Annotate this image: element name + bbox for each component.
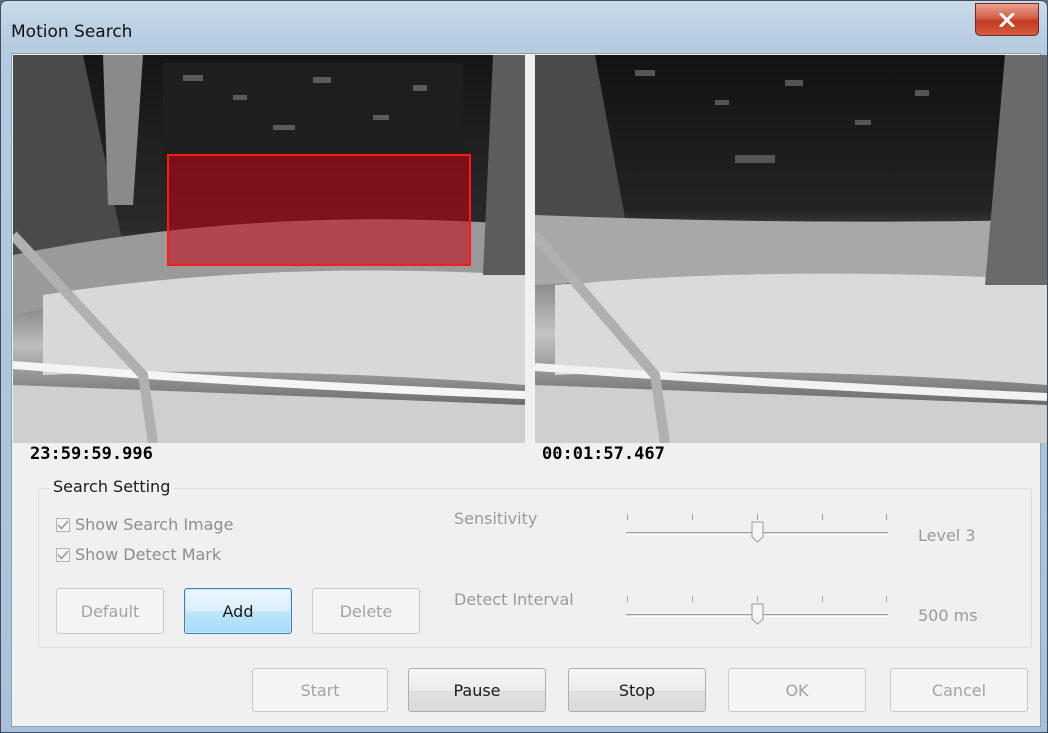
checkbox-box bbox=[56, 517, 70, 532]
slider-tick bbox=[822, 514, 823, 520]
checkmark-icon bbox=[57, 519, 69, 530]
delete-button[interactable]: Delete bbox=[312, 588, 420, 634]
slider-tick bbox=[822, 596, 823, 602]
show-search-image-checkbox[interactable]: Show Search Image bbox=[56, 515, 233, 534]
checkmark-icon bbox=[57, 549, 69, 560]
close-button[interactable] bbox=[975, 3, 1039, 36]
motion-search-region[interactable] bbox=[167, 154, 471, 266]
motion-search-window: Motion Search 23:59:59.996 00:01:57.467 … bbox=[0, 0, 1048, 733]
video-frame-right bbox=[535, 55, 1047, 443]
checkbox-box bbox=[56, 547, 70, 562]
detect-interval-value: 500 ms bbox=[918, 606, 978, 625]
show-detect-mark-label: Show Detect Mark bbox=[75, 545, 222, 564]
close-icon bbox=[999, 12, 1015, 27]
ok-button[interactable]: OK bbox=[728, 668, 866, 712]
sensitivity-value: Level 3 bbox=[918, 526, 976, 545]
right-video-timestamp: 00:01:57.467 bbox=[542, 444, 665, 464]
sensitivity-label: Sensitivity bbox=[454, 509, 538, 528]
slider-tick bbox=[692, 596, 693, 602]
add-button[interactable]: Add bbox=[184, 588, 292, 634]
slider-tick bbox=[627, 596, 628, 602]
left-video-timestamp: 23:59:59.996 bbox=[30, 444, 153, 464]
sensitivity-slider[interactable] bbox=[626, 512, 888, 543]
slider-thumb-icon[interactable] bbox=[751, 521, 764, 543]
default-button[interactable]: Default bbox=[56, 588, 164, 634]
slider-tick bbox=[757, 596, 758, 602]
slider-tick bbox=[886, 514, 887, 520]
window-title: Motion Search bbox=[11, 22, 133, 42]
show-detect-mark-checkbox[interactable]: Show Detect Mark bbox=[56, 545, 221, 564]
dialog-client-area: 23:59:59.996 00:01:57.467 Search Setting… bbox=[11, 53, 1047, 727]
search-video-view[interactable] bbox=[13, 55, 525, 443]
pause-button[interactable]: Pause bbox=[408, 668, 546, 712]
slider-tick bbox=[692, 514, 693, 520]
result-video-view[interactable] bbox=[535, 55, 1047, 443]
title-bar[interactable]: Motion Search bbox=[1, 1, 1047, 53]
detect-interval-slider[interactable] bbox=[626, 594, 888, 625]
slider-tick bbox=[757, 514, 758, 520]
slider-thumb-icon[interactable] bbox=[751, 603, 764, 625]
show-search-image-label: Show Search Image bbox=[75, 515, 234, 534]
start-button[interactable]: Start bbox=[252, 668, 388, 712]
detect-interval-label: Detect Interval bbox=[454, 590, 574, 609]
slider-tick bbox=[627, 514, 628, 520]
cancel-button[interactable]: Cancel bbox=[890, 668, 1028, 712]
search-setting-label: Search Setting bbox=[50, 477, 174, 496]
slider-tick bbox=[886, 596, 887, 602]
stop-button[interactable]: Stop bbox=[568, 668, 706, 712]
